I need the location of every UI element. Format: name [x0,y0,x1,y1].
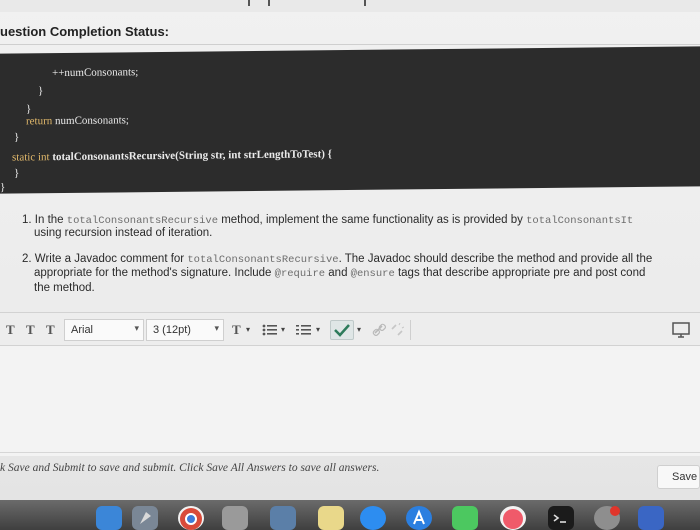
strip-tick [268,0,270,6]
system-preferences-icon[interactable] [594,506,620,530]
code-line: return numConsonants; [26,114,129,128]
macos-dock [0,500,700,530]
question-2-line-2: appropriate for the method's signature. … [34,267,646,280]
subscript-button[interactable]: T [46,322,55,338]
question-2-line-3: the method. [34,282,95,294]
code-block: ++numConsonants; } } return numConsonant… [0,46,700,194]
question-2-line-1: 2. Write a Javadoc comment for totalCons… [22,253,653,266]
editor-toolbar: T T T Arial ▾ 3 (12pt) ▾ T ▾ ▾ ▾ ▾ [0,312,700,346]
chevron-down-icon: ▾ [134,323,139,333]
divider [410,320,411,340]
word-icon[interactable] [638,506,664,530]
preview-icon[interactable] [270,506,296,530]
numbered-list-icon[interactable] [296,323,312,337]
chevron-down-icon[interactable]: ▾ [281,325,285,334]
superscript-button[interactable]: T [26,322,35,338]
chevron-down-icon: ▾ [214,323,219,333]
chevron-down-icon[interactable]: ▾ [246,325,250,334]
terminal-icon[interactable] [548,506,574,530]
safari-icon[interactable] [360,506,386,530]
question-completion-status: uestion Completion Status: [0,24,169,39]
finder-icon[interactable] [96,506,122,530]
facetime-icon[interactable] [452,506,478,530]
spellcheck-icon [334,324,350,337]
divider [0,44,700,45]
launchpad-icon[interactable] [132,506,158,530]
assessment-page: uestion Completion Status: ++numConsonan… [0,0,700,500]
notes-icon[interactable] [318,506,344,530]
link-icon[interactable] [372,323,386,337]
save-all-answers-button[interactable]: Save [657,465,700,489]
code-line: ++numConsonants; [52,66,139,80]
spellcheck-button[interactable] [330,320,354,340]
unlink-icon[interactable] [390,323,404,337]
font-size-select[interactable]: 3 (12pt) ▾ [146,319,224,341]
save-instructions: k Save and Submit to save and submit. Cl… [0,462,380,474]
question-1-line-2: using recursion instead of iteration. [34,227,213,239]
code-line: } [14,131,20,144]
code-line: } [38,85,44,98]
answer-editor[interactable] [0,346,700,456]
chrome-icon[interactable] [178,506,204,530]
music-icon[interactable] [500,506,526,530]
text-color-button[interactable]: T [232,322,241,338]
code-line: } [14,167,20,180]
app-store-icon[interactable] [406,506,432,530]
font-family-select[interactable]: Arial ▾ [64,319,144,341]
code-line: } [0,181,6,194]
chevron-down-icon[interactable]: ▾ [316,325,320,334]
calculator-icon[interactable] [222,506,248,530]
chevron-down-icon[interactable]: ▾ [357,325,361,334]
strip-tick [364,0,366,6]
bullet-list-icon[interactable] [262,323,278,337]
fullscreen-icon[interactable] [672,322,690,338]
code-line: static int totalConsonantsRecursive(Stri… [12,148,332,164]
format-text-button[interactable]: T [6,322,15,338]
top-strip [0,0,700,12]
divider [0,452,700,453]
code-line: } [26,103,32,116]
strip-tick [248,0,250,6]
